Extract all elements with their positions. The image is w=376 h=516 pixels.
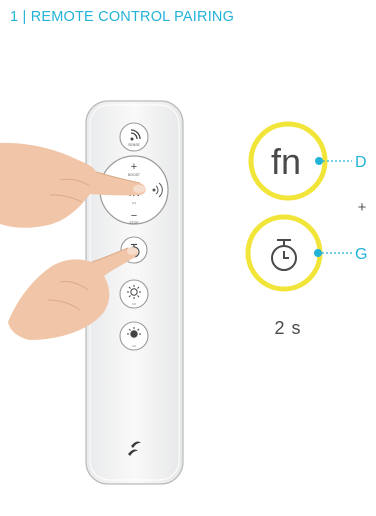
boost-label: BOOST bbox=[128, 173, 140, 177]
sense-label: SENSE bbox=[128, 143, 140, 147]
hold-duration: 2 s bbox=[274, 318, 301, 338]
illustration: SENSE + BOOST fn ••• − STOP bbox=[0, 100, 367, 485]
light-low-button[interactable]: ••• bbox=[119, 321, 149, 351]
boost-plus: + bbox=[131, 161, 137, 173]
fn-key-highlight: fn D bbox=[248, 121, 367, 201]
stop-label: STOP bbox=[129, 221, 139, 225]
light-high-button[interactable]: ••• bbox=[119, 279, 149, 309]
sense-button[interactable]: SENSE bbox=[119, 122, 149, 152]
fn-key-label: fn bbox=[271, 141, 301, 182]
plus-sign: + bbox=[358, 199, 367, 216]
timer-callout-letter: G bbox=[355, 246, 367, 263]
fn-callout-letter: D bbox=[355, 154, 367, 171]
fn-dots: ••• bbox=[132, 200, 137, 205]
timer-key-highlight: G bbox=[245, 214, 367, 292]
